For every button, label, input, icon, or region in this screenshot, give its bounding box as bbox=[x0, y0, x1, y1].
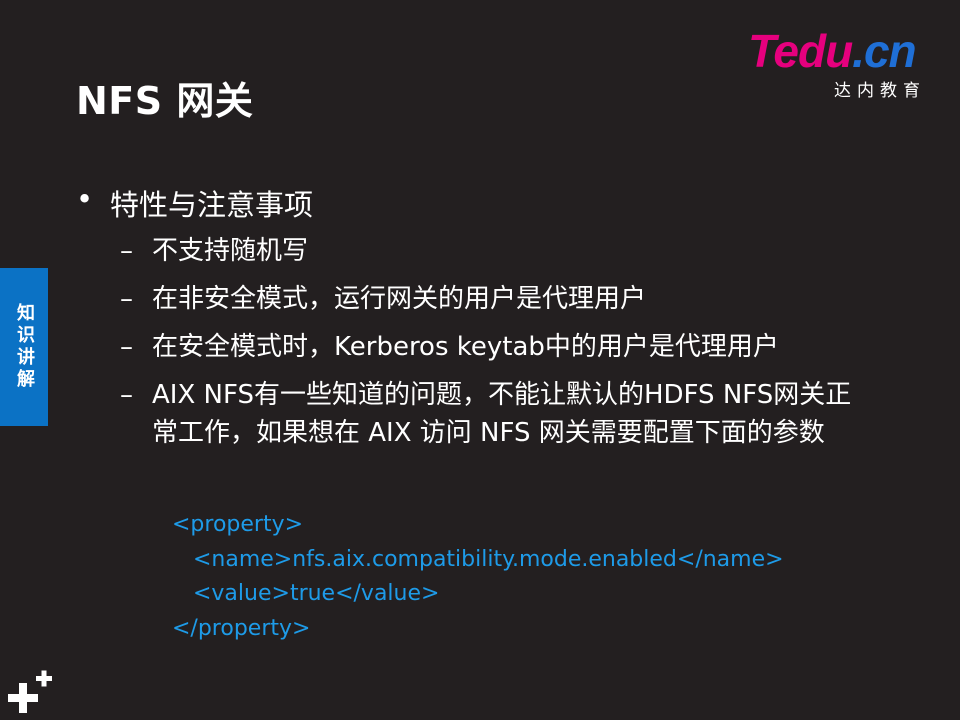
bullet-dash: – bbox=[120, 236, 133, 266]
side-tab: 知识讲解 bbox=[0, 268, 48, 426]
sub-bullet-text: 在安全模式时，Kerberos keytab中的用户是代理用户 bbox=[152, 332, 779, 362]
sub-bullet: – 在非安全模式，运行网关的用户是代理用户 bbox=[120, 280, 860, 318]
sub-bullet: – AIX NFS有一些知道的问题，不能让默认的HDFS NFS网关正常工作，如… bbox=[120, 376, 860, 452]
side-tab-label: 知识讲解 bbox=[14, 303, 35, 391]
plus-icon bbox=[8, 670, 52, 713]
sub-bullet: – 在安全模式时，Kerberos keytab中的用户是代理用户 bbox=[120, 328, 860, 366]
sub-bullet-list: – 不支持随机写 – 在非安全模式，运行网关的用户是代理用户 – 在安全模式时，… bbox=[120, 232, 860, 462]
code-line: <name>nfs.aix.compatibility.mode.enabled… bbox=[172, 546, 784, 572]
sub-bullet-text: 在非安全模式，运行网关的用户是代理用户 bbox=[152, 284, 647, 314]
sub-bullet-text: AIX NFS有一些知道的问题，不能让默认的HDFS NFS网关正常工作，如果想… bbox=[152, 380, 852, 448]
logo-wordmark-suffix: .cn bbox=[852, 25, 916, 77]
bullet-dash: – bbox=[120, 332, 133, 362]
code-line: </property> bbox=[172, 615, 311, 641]
code-line: <value>true</value> bbox=[172, 581, 440, 606]
logo-wordmark: Tedu.cn bbox=[748, 25, 917, 77]
main-bullet-text: 特性与注意事项 bbox=[110, 188, 314, 222]
tedu-logo: Tedu.cn 达内教育 bbox=[748, 25, 938, 101]
xml-config-snippet: <property> <name>nfs.aix.compatibility.m… bbox=[172, 508, 784, 646]
logo-tagline: 达内教育 bbox=[834, 81, 926, 101]
sub-bullet-text: 不支持随机写 bbox=[152, 236, 309, 266]
bullet-dash: – bbox=[120, 284, 133, 314]
bullet-dot: • bbox=[76, 182, 94, 216]
logo-wordmark-main: Tedu bbox=[748, 25, 853, 77]
sub-bullet: – 不支持随机写 bbox=[120, 232, 860, 270]
bullet-dash: – bbox=[120, 380, 133, 410]
code-line: <property> bbox=[172, 512, 304, 537]
main-bullet: • 特性与注意事项 bbox=[76, 182, 313, 224]
slide-title: NFS 网关 bbox=[76, 79, 254, 123]
